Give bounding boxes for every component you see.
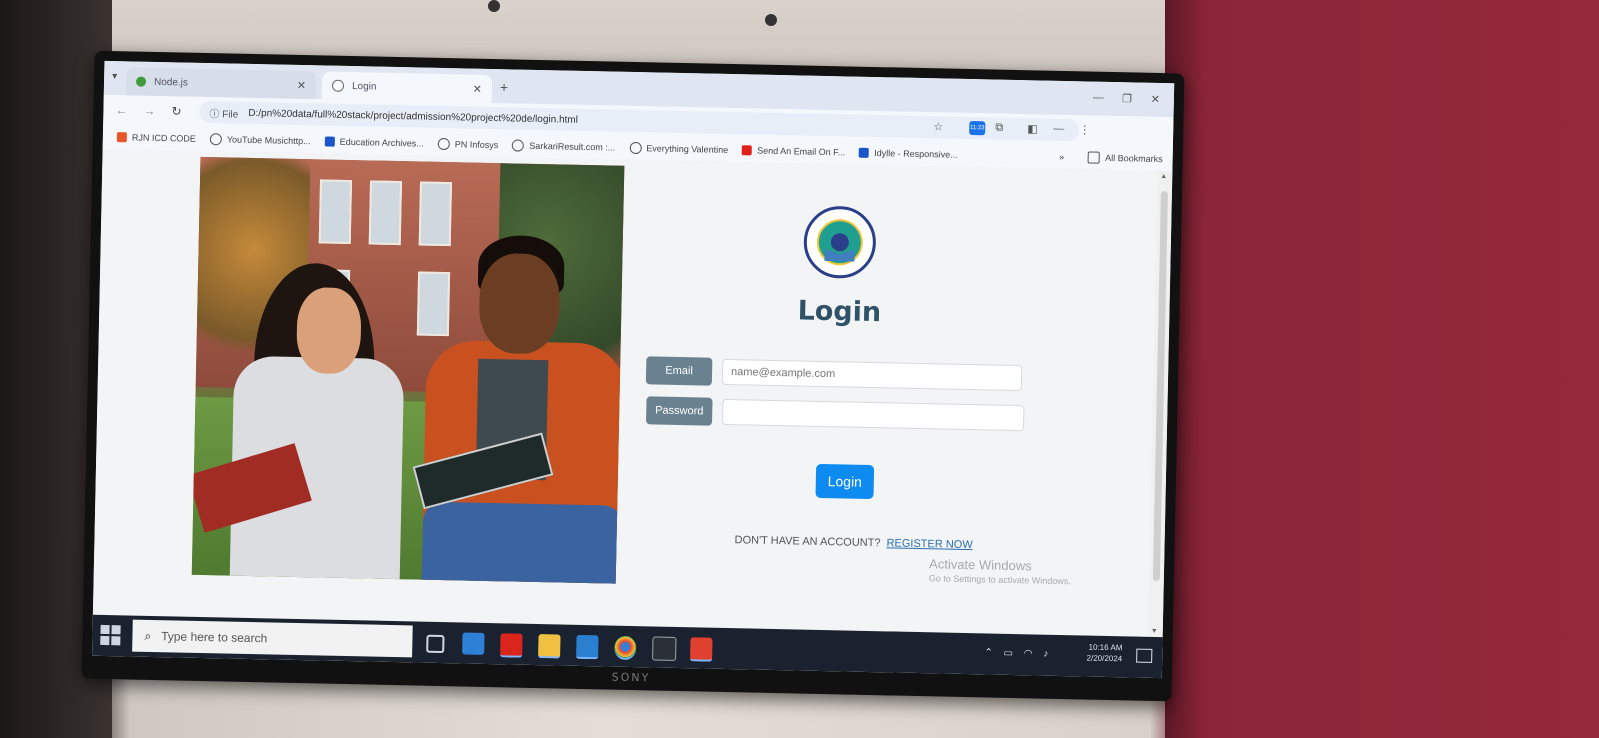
bookmark-icon bbox=[324, 136, 335, 147]
windows-start-icon[interactable] bbox=[100, 624, 121, 646]
wps-office-icon[interactable] bbox=[500, 633, 523, 658]
notifications-icon[interactable] bbox=[1136, 648, 1153, 663]
globe-icon bbox=[437, 137, 450, 151]
close-tab-icon[interactable]: ✕ bbox=[473, 82, 482, 95]
task-view-icon[interactable] bbox=[426, 634, 445, 654]
profile-icon[interactable]: — bbox=[1053, 123, 1064, 135]
password-field[interactable] bbox=[721, 398, 1025, 432]
screen: ▾ Node.js ✕ Login ✕ + — ❐ ✕ ← → ↻ ⓘ File bbox=[92, 60, 1175, 679]
extension-badge[interactable]: 11:23 bbox=[969, 120, 986, 136]
monitor: SONY ▾ Node.js ✕ Login ✕ + — ❐ ✕ ← → ↻ ⓘ… bbox=[81, 50, 1185, 702]
page-content: Login Email Password Login DON'T HAVE AN… bbox=[92, 148, 1158, 637]
all-bookmarks[interactable]: All Bookmarks bbox=[1088, 151, 1163, 165]
page-title: Login bbox=[797, 295, 882, 329]
bookmark-icon bbox=[859, 147, 870, 158]
back-icon[interactable]: ← bbox=[115, 103, 127, 117]
tab-label: Login bbox=[351, 80, 377, 93]
bookmark-star-icon[interactable]: ☆ bbox=[933, 120, 943, 133]
menu-icon[interactable]: ⋮ bbox=[1079, 123, 1090, 136]
forward-icon[interactable]: → bbox=[143, 104, 155, 118]
bookmark-item[interactable]: RJN ICD CODE bbox=[116, 132, 196, 144]
bookmark-item[interactable]: YouTube Musichttp... bbox=[209, 133, 311, 147]
globe-icon bbox=[629, 141, 642, 155]
new-tab-icon[interactable]: + bbox=[500, 79, 509, 95]
email-label: Email bbox=[645, 356, 713, 386]
app-icon[interactable] bbox=[462, 632, 485, 655]
wall-screw bbox=[488, 0, 500, 12]
site-info-icon[interactable]: ⓘ File bbox=[209, 105, 238, 121]
bookmark-item[interactable]: Everything Valentine bbox=[629, 141, 728, 156]
system-tray-icons[interactable]: ⌃ ▭ ◠ ♪ bbox=[984, 647, 1052, 659]
register-link[interactable]: REGISTER NOW bbox=[886, 537, 972, 551]
bookmark-item[interactable]: SarkariResult.com :... bbox=[512, 139, 615, 153]
students-photo bbox=[191, 156, 625, 584]
close-tab-icon[interactable]: ✕ bbox=[297, 78, 306, 91]
tab-search-icon[interactable]: ▾ bbox=[112, 71, 117, 82]
bookmark-item[interactable]: Send An Email On F... bbox=[742, 145, 845, 157]
globe-icon bbox=[512, 139, 525, 152]
terminal-icon[interactable] bbox=[652, 636, 677, 661]
wall-right bbox=[1165, 0, 1599, 738]
email-field[interactable] bbox=[721, 358, 1023, 392]
minimize-icon[interactable]: — bbox=[1093, 92, 1104, 104]
app-icon[interactable] bbox=[690, 637, 713, 662]
college-logo bbox=[803, 205, 877, 280]
youtube-icon bbox=[742, 145, 753, 156]
search-icon: ⌕ bbox=[144, 628, 152, 643]
scroll-up-icon[interactable]: ▲ bbox=[1160, 173, 1167, 180]
register-prompt: DON'T HAVE AN ACCOUNT? REGISTER NOW bbox=[734, 534, 973, 552]
maximize-icon[interactable]: ❐ bbox=[1122, 92, 1132, 105]
extensions-icon[interactable]: ⧉ bbox=[995, 122, 1003, 135]
activate-windows-watermark: Activate Windows Go to Settings to activ… bbox=[928, 556, 1071, 587]
bookmarks-overflow[interactable]: » bbox=[1059, 152, 1064, 162]
scroll-down-icon[interactable]: ▼ bbox=[1151, 628, 1158, 635]
scroll-thumb[interactable] bbox=[1152, 191, 1168, 582]
reload-icon[interactable]: ↻ bbox=[171, 104, 181, 118]
bookmark-item[interactable]: PN Infosys bbox=[437, 137, 499, 151]
nodejs-icon bbox=[135, 76, 147, 87]
password-label: Password bbox=[645, 396, 713, 426]
globe-icon bbox=[331, 79, 345, 92]
wall-screw bbox=[765, 14, 777, 26]
monitor-brand: SONY bbox=[611, 670, 651, 685]
vscode-icon[interactable] bbox=[576, 634, 599, 660]
file-explorer-icon[interactable] bbox=[538, 634, 561, 659]
bookmark-item[interactable]: Education Archives... bbox=[324, 136, 424, 149]
bookmark-item[interactable]: Idylle - Responsive... bbox=[859, 147, 958, 160]
bookmark-icon bbox=[116, 132, 127, 143]
tab-nodejs[interactable]: Node.js ✕ bbox=[125, 67, 317, 100]
folder-icon bbox=[1088, 151, 1101, 164]
tab-label: Node.js bbox=[153, 76, 189, 89]
taskbar-search[interactable]: ⌕ Type here to search bbox=[132, 619, 413, 658]
tab-login[interactable]: Login ✕ bbox=[321, 71, 493, 103]
chrome-icon[interactable] bbox=[614, 635, 637, 661]
side-panel-icon[interactable]: ◧ bbox=[1027, 122, 1038, 135]
clock[interactable]: 10:16 AM 2/20/2024 bbox=[1086, 642, 1123, 665]
url-text: D:/pn%20data/full%20stack/project/admiss… bbox=[248, 107, 579, 126]
globe-icon bbox=[209, 133, 223, 146]
login-button[interactable]: Login bbox=[815, 463, 875, 500]
close-window-icon[interactable]: ✕ bbox=[1151, 93, 1160, 106]
